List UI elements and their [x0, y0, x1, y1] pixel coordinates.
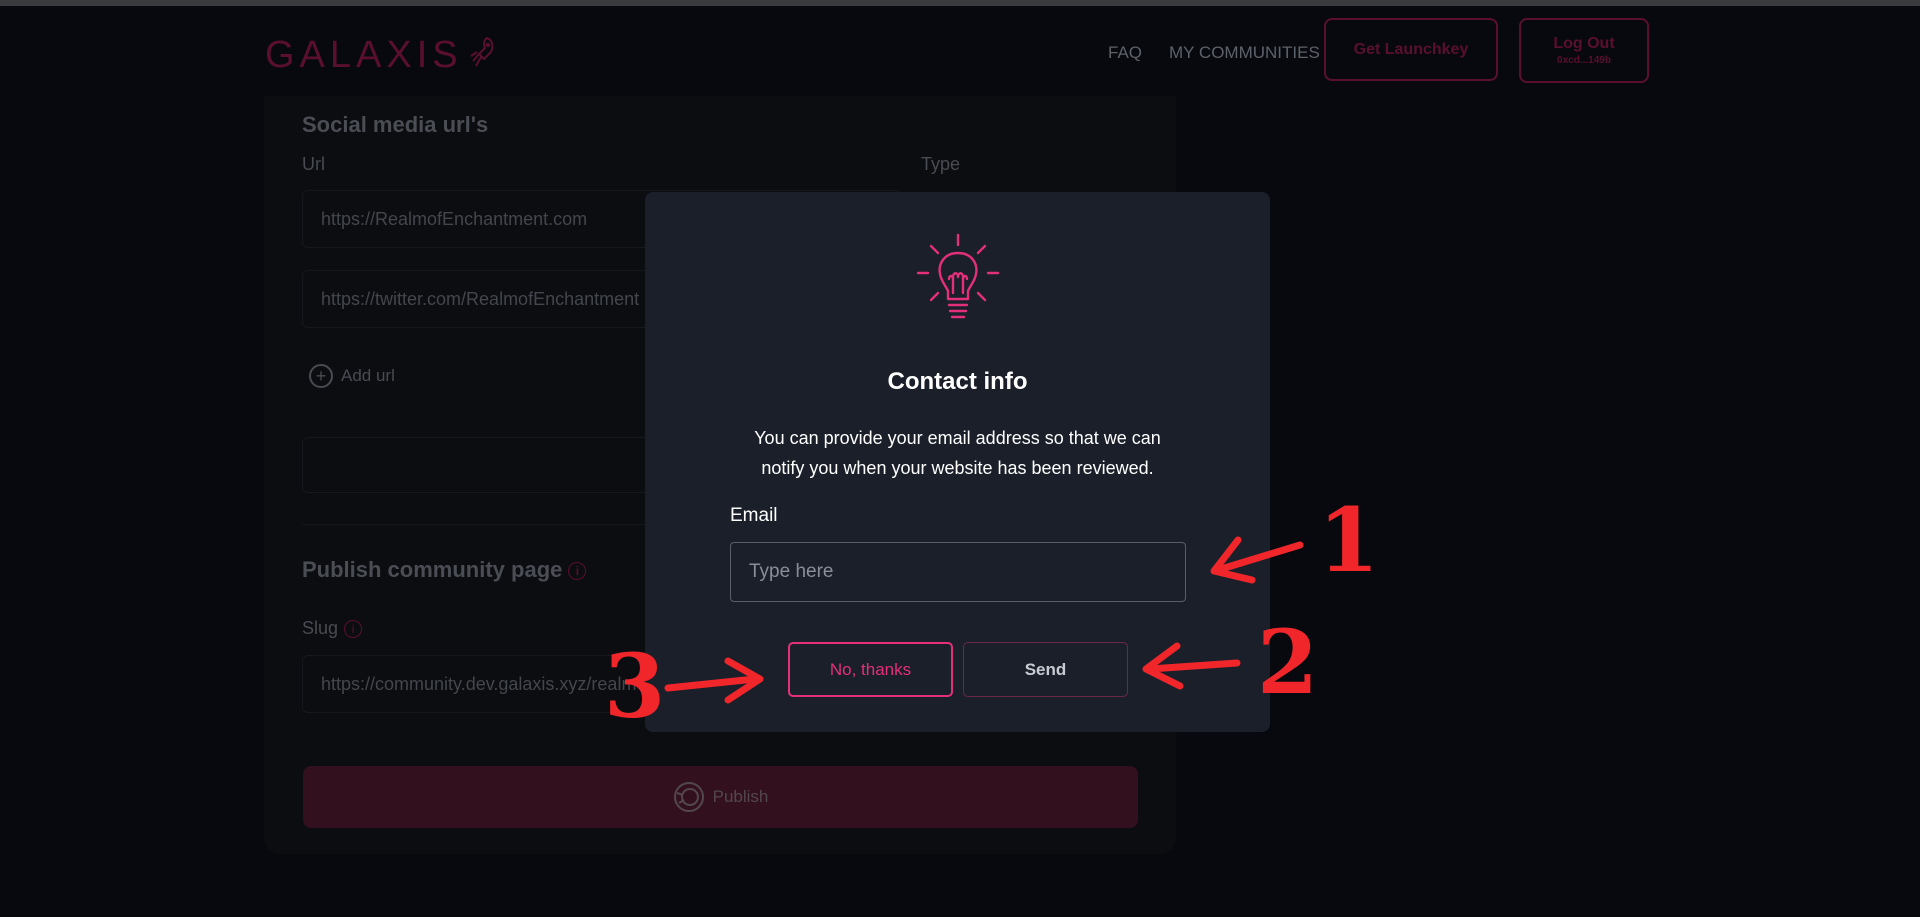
annotation-arrow-3: [664, 675, 759, 692]
annotation-arrows: [664, 536, 1304, 704]
annotation-number-2: 2: [1257, 610, 1319, 714]
annotation-arrow-2: [1146, 659, 1241, 673]
annotation-number-3: 3: [604, 634, 666, 738]
annotation-number-1: 1: [1318, 488, 1380, 592]
